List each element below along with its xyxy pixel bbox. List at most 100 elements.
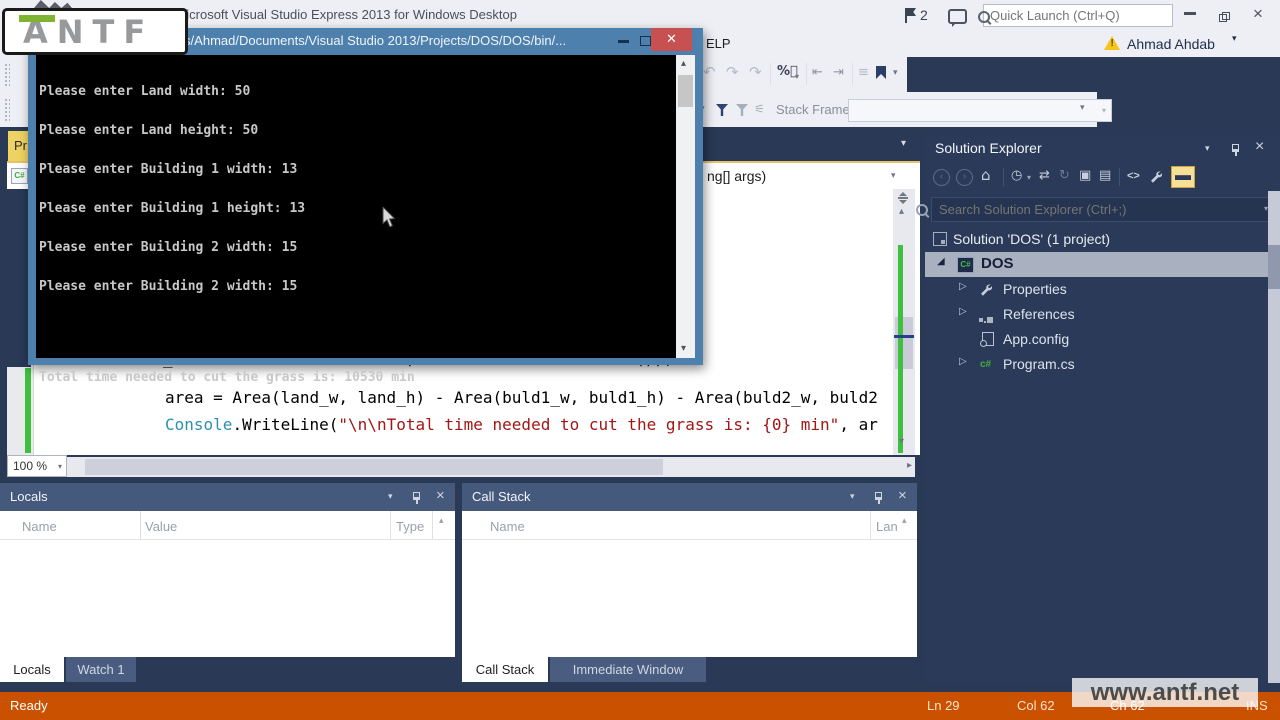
navigate-back-icon[interactable]: ↶ <box>703 65 716 80</box>
program-expander-icon[interactable]: ▷ <box>959 357 967 367</box>
locals-col-value[interactable]: Value <box>145 519 177 534</box>
se-close-icon[interactable]: × <box>1255 138 1264 156</box>
vs-main-window: DOS (Running) - Microsoft Visual Studio … <box>0 0 1280 720</box>
console-close-button[interactable]: ✕ <box>651 28 692 51</box>
se-scrollbar[interactable] <box>1268 191 1280 683</box>
bookmark-icon[interactable] <box>876 66 886 84</box>
console-content[interactable]: Please enter Land width: 50 Please enter… <box>36 55 676 358</box>
outdent-icon[interactable]: ⇥ <box>833 66 844 79</box>
callstack-col-language[interactable]: Lan <box>876 519 898 534</box>
se-forward-icon[interactable]: › <box>956 169 973 186</box>
toolbar1-overflow-icon[interactable]: ▾ <box>893 69 898 78</box>
close-button[interactable]: × <box>1253 4 1263 24</box>
editor-hscroll-thumb[interactable] <box>85 459 663 475</box>
nav-method-chevron-icon[interactable]: ▾ <box>891 172 896 181</box>
code-line-2[interactable]: Console.WriteLine("\n\nTotal time needed… <box>165 415 913 437</box>
tree-row-project-dos[interactable]: ◢ C# DOS <box>925 252 1268 277</box>
feedback-bubble-icon[interactable] <box>948 9 967 29</box>
editor-vscrollbar[interactable]: ▴ ▾ <box>893 189 915 455</box>
locals-col-name[interactable]: Name <box>22 519 57 534</box>
tab-watch-1[interactable]: Watch 1 <box>66 657 136 682</box>
console-window[interactable]: sers/Ahmad/Documents/Visual Studio 2013/… <box>28 28 703 365</box>
callstack-menu-chevron-icon[interactable]: ▾ <box>850 493 855 502</box>
se-pin-icon[interactable] <box>1231 143 1240 161</box>
window-titlebar[interactable]: DOS (Running) - Microsoft Visual Studio … <box>0 0 1280 30</box>
locals-col-type[interactable]: Type <box>396 519 424 534</box>
tab-immediate-window[interactable]: Immediate Window <box>550 657 706 682</box>
console-maximize-icon[interactable] <box>640 36 651 46</box>
references-expander-icon[interactable]: ▷ <box>959 307 967 317</box>
notifications-flag-icon[interactable] <box>905 8 917 28</box>
locals-scroll-up-icon[interactable]: ▴ <box>439 517 444 526</box>
se-refresh-icon[interactable]: ↻ <box>1059 169 1070 182</box>
tree-row-app-config[interactable]: App.config <box>925 327 1280 352</box>
console-scroll-thumb[interactable] <box>678 75 693 107</box>
navigate-forward-icon[interactable]: ↷ <box>726 65 739 80</box>
se-pending-changes-icon[interactable]: ◷ <box>1011 169 1022 182</box>
filter-flagged-icon[interactable] <box>736 103 748 121</box>
nav-method-dropdown[interactable]: ng[] args) <box>707 168 766 184</box>
locals-pin-icon[interactable] <box>412 491 421 509</box>
editor-splitter-icon[interactable] <box>897 191 909 205</box>
scroll-up-icon[interactable]: ▴ <box>899 207 904 217</box>
callstack-scroll-up-icon[interactable]: ▴ <box>902 517 907 526</box>
toolbar2-overflow-icon[interactable]: ▾ <box>1080 104 1085 113</box>
stack-frame-dropdown[interactable]: ▾ <box>848 99 1112 122</box>
toolbar-drag-handle[interactable] <box>4 63 10 87</box>
se-wrench-icon[interactable] <box>1149 170 1162 183</box>
se-show-all-files-icon[interactable]: ▬ <box>1171 166 1195 188</box>
scroll-down-icon[interactable]: ▾ <box>899 437 904 447</box>
se-view-code-icon[interactable]: <> <box>1127 170 1140 182</box>
editor-zoom-control[interactable]: 100 %▾ <box>7 455 67 477</box>
se-collapse-all-icon[interactable]: ▣ <box>1079 169 1091 182</box>
tree-row-references[interactable]: ▷ References <box>925 302 1280 327</box>
toolbar-drag-handle-2[interactable] <box>4 98 10 122</box>
minimize-button[interactable] <box>1184 12 1196 15</box>
se-search-input[interactable] <box>937 200 1231 219</box>
tree-row-properties[interactable]: ▷ Properties <box>925 277 1280 302</box>
restore-button[interactable] <box>1219 9 1230 27</box>
callstack-close-icon[interactable]: × <box>898 487 907 504</box>
properties-expander-icon[interactable]: ▷ <box>959 282 967 292</box>
console-scroll-up-icon[interactable]: ▴ <box>681 59 686 69</box>
quick-launch-box[interactable] <box>983 4 1173 27</box>
console-scrollbar[interactable]: ▴ ▾ <box>676 55 695 358</box>
toolbar-overflow-chevron-icon[interactable]: ▾ <box>795 73 799 81</box>
se-properties-pages-icon[interactable]: ▤ <box>1099 169 1111 182</box>
tab-well-overflow-icon[interactable]: ▾ <box>901 139 906 149</box>
indent-icon[interactable]: ⇤ <box>812 66 823 79</box>
filter-threads-icon[interactable] <box>716 103 728 121</box>
se-home-icon[interactable]: ⌂ <box>981 168 991 183</box>
locals-titlebar[interactable]: Locals ▾ × <box>0 483 455 511</box>
redo-icon[interactable]: ↷ <box>749 65 762 80</box>
code-string-token: "\n\nTotal time needed to cut the grass … <box>338 415 839 434</box>
se-scroll-thumb[interactable] <box>1268 245 1280 289</box>
locals-menu-chevron-icon[interactable]: ▾ <box>388 493 393 502</box>
callstack-col-name[interactable]: Name <box>490 519 525 534</box>
user-account-name[interactable]: Ahmad Ahdab <box>1127 36 1215 52</box>
console-minimize-icon[interactable] <box>618 40 629 43</box>
solution-explorer-titlebar[interactable]: Solution Explorer ▾ × <box>925 135 1280 163</box>
editor-hscrollbar[interactable]: ▸ <box>67 457 915 477</box>
console-scroll-down-icon[interactable]: ▾ <box>681 344 686 354</box>
project-expander-icon[interactable]: ◢ <box>937 257 945 267</box>
tab-call-stack[interactable]: Call Stack <box>462 657 548 682</box>
se-menu-chevron-icon[interactable]: ▾ <box>1205 145 1210 154</box>
se-sync-icon[interactable]: ⇄ <box>1039 169 1050 182</box>
locals-close-icon[interactable]: × <box>436 487 445 504</box>
user-chevron-down-icon[interactable]: ▾ <box>1232 35 1237 44</box>
se-chevron-icon[interactable]: ▾ <box>1027 174 1031 182</box>
callstack-titlebar[interactable]: Call Stack ▾ × <box>462 483 917 511</box>
menu-help[interactable]: ELP <box>706 36 731 51</box>
notifications-count[interactable]: 2 <box>920 7 928 23</box>
comment-icon[interactable]: ≡ <box>858 66 869 79</box>
suspend-icon[interactable]: ⚟ <box>754 103 765 115</box>
callstack-pin-icon[interactable] <box>874 491 883 509</box>
tree-row-solution[interactable]: Solution 'DOS' (1 project) <box>925 227 1280 252</box>
tree-row-program-cs[interactable]: ▷ c# Program.cs <box>925 352 1280 377</box>
se-search-box[interactable]: ▾ <box>931 197 1273 222</box>
se-back-icon[interactable]: ‹ <box>933 169 950 186</box>
hscroll-right-icon[interactable]: ▸ <box>907 461 912 471</box>
tab-locals[interactable]: Locals <box>0 657 64 682</box>
quick-launch-input[interactable] <box>988 6 1150 25</box>
